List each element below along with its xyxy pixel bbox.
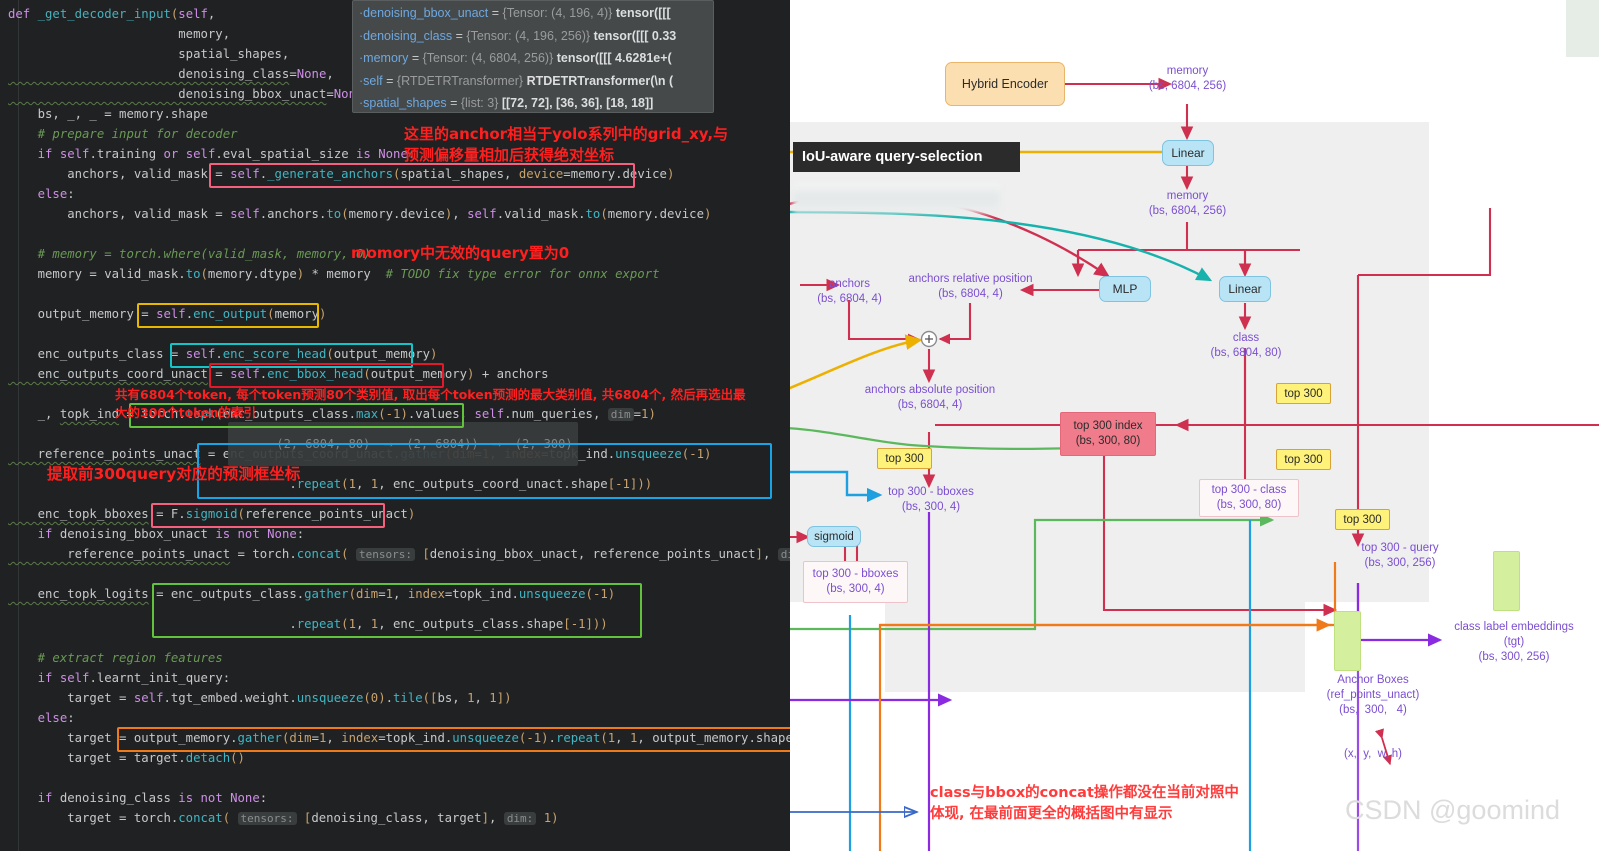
node-hybrid-encoder[interactable]: Hybrid Encoder <box>945 62 1065 106</box>
node-sigmoid[interactable]: sigmoid <box>807 526 861 547</box>
annotation-anchor-note: 这里的anchor相当于yolo系列中的grid_xy,与 预测偏移量相加后获得… <box>404 125 729 164</box>
label-anchor-boxes: Anchor Boxes (ref_points_unact) (bs, 300… <box>1326 674 1420 716</box>
debugger-row[interactable]: ·memory = {Tensor: (4, 6804, 256)} tenso… <box>359 47 713 70</box>
chip-top300-d: top 300 <box>1335 509 1390 530</box>
label-class-label-embeddings: class label embeddings (tgt) (bs, 300, 2… <box>1454 621 1574 663</box>
annotation-topk-note: 共有6804个token, 每个token预测80个类别值, 取出每个token… <box>115 387 746 420</box>
annotation-ref-note: 提取前300query对应的预测框坐标 <box>47 465 301 483</box>
debugger-row[interactable]: ·denoising_class = {Tensor: (4, 196, 256… <box>359 25 713 48</box>
debugger-row[interactable]: ·spatial_shapes = {list: 3} [[72, 72], [… <box>359 92 713 112</box>
green-block-tgt <box>1493 551 1520 611</box>
annotation-bottom-note: class与bbox的concat操作都没在当前对照中 体现, 在最前面更全的概… <box>930 785 1239 822</box>
screenshot-root: def _get_decoder_input(self, memory, spa… <box>0 0 1599 851</box>
code-editor-pane[interactable]: def _get_decoder_input(self, memory, spa… <box>0 0 790 851</box>
label-anchors-absolute: anchors absolute position (bs, 6804, 4) <box>864 384 996 411</box>
label-class-6804: class (bs, 6804, 80) <box>1210 332 1282 359</box>
architecture-diagram-pane: IoU-aware query-selection Hybrid Encoder… <box>790 0 1599 851</box>
annotation-memory-note: momory中无效的query置为0 <box>351 244 570 262</box>
debugger-row[interactable]: ·denoising_bbox_unact = {Tensor: (4, 196… <box>359 2 713 25</box>
label-memory-1: memory (bs, 6804, 256) <box>1148 65 1227 92</box>
debugger-row[interactable]: ·self = {RTDETRTransformer} RTDETRTransf… <box>359 70 713 93</box>
node-linear-2[interactable]: Linear <box>1219 276 1271 302</box>
tensor-shape-hint: (2, 6804, 80) ⟶ (2, 6804)) ⟶ (2, 300) <box>228 422 578 466</box>
blurred-redacted-bar <box>793 183 1000 213</box>
label-top300-query: top 300 - query (bs, 300, 256) <box>1361 542 1439 569</box>
label-memory-2: memory (bs, 6804, 256) <box>1148 190 1227 217</box>
label-top300-bboxes: top 300 - bboxes (bs, 300, 4) <box>888 486 974 513</box>
node-top300-class[interactable]: top 300 - class (bs, 300, 80) <box>1199 479 1299 517</box>
sum-operator-icon <box>920 330 938 348</box>
label-anchors-relative: anchors relative position (bs, 6804, 4) <box>908 273 1033 300</box>
chip-top300-c: top 300 <box>1276 449 1331 470</box>
diagram-connectors <box>790 77 1599 851</box>
node-top300-bboxes[interactable]: top 300 - bboxes (bs, 300, 4) <box>803 561 908 603</box>
node-top300-index[interactable]: top 300 index (bs, 300, 80) <box>1060 412 1156 456</box>
label-anchors: anchors (bs, 6804, 4) <box>817 278 882 305</box>
node-linear-1[interactable]: Linear <box>1162 140 1214 166</box>
debugger-variables-popup[interactable]: ·denoising_bbox_unact = {Tensor: (4, 196… <box>352 0 714 113</box>
csdn-watermark: CSDN @goomind <box>1345 795 1560 825</box>
green-block-anchor <box>1334 611 1361 671</box>
label-xywh: (x, y, w, h) <box>1344 748 1402 760</box>
chip-top300-a: top 300 <box>877 448 932 469</box>
chip-top300-b: top 300 <box>1276 383 1331 404</box>
node-mlp[interactable]: MLP <box>1099 276 1151 302</box>
iou-aware-query-selection-banner: IoU-aware query-selection <box>793 142 1020 172</box>
